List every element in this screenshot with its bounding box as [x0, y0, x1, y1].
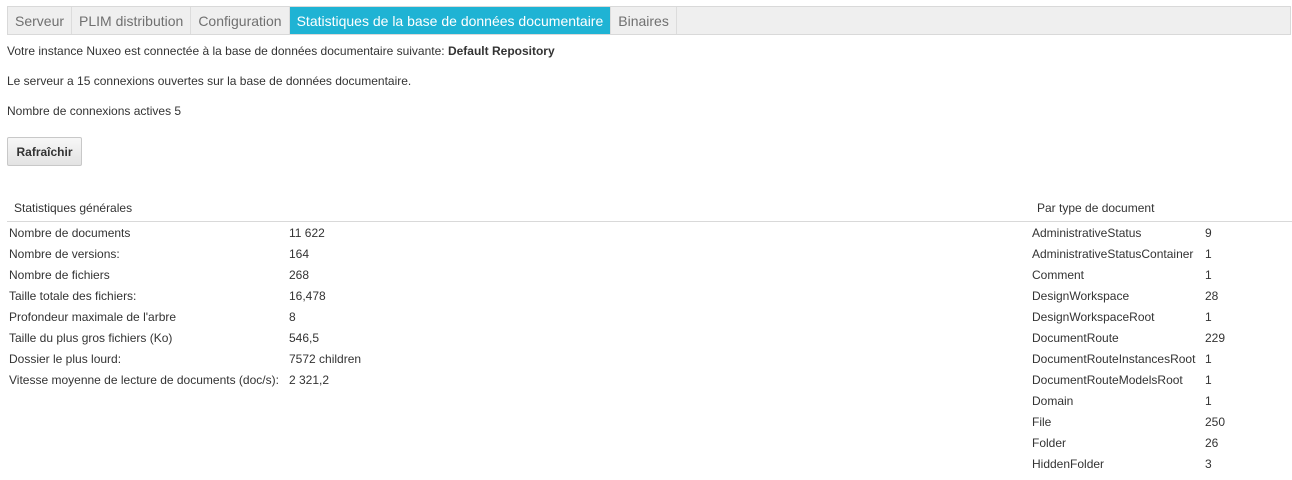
- row-label: DocumentRouteInstancesRoot: [1032, 352, 1196, 366]
- header-divider: [7, 221, 1292, 222]
- row-value: 7572 children: [289, 352, 362, 366]
- row-value: 28: [1205, 289, 1219, 303]
- tab-statistiques[interactable]: Statistiques de la base de données docum…: [289, 7, 612, 34]
- row-value: 164: [289, 247, 310, 261]
- row-label: Nombre de documents: [9, 226, 131, 240]
- tab-configuration[interactable]: Configuration: [191, 7, 290, 34]
- tab-bar: Serveur PLIM distribution Configuration …: [7, 6, 1291, 35]
- row-value: 229: [1205, 331, 1226, 345]
- row-value: 1: [1205, 352, 1212, 366]
- row-label: Nombre de fichiers: [9, 268, 110, 282]
- row-value: 1: [1205, 310, 1212, 324]
- row-value: 9: [1205, 226, 1212, 240]
- row-label: Comment: [1032, 268, 1085, 282]
- row-value: 1: [1205, 373, 1212, 387]
- row-value: 3: [1205, 457, 1212, 471]
- row-label: AdministrativeStatusContainer: [1032, 247, 1194, 261]
- tab-plim-distribution[interactable]: PLIM distribution: [72, 7, 192, 34]
- refresh-button[interactable]: Rafraîchir: [7, 137, 82, 166]
- general-stats-title: Statistiques générales: [14, 201, 133, 215]
- by-type-title: Par type de document: [1037, 201, 1155, 215]
- row-label: Nombre de versions:: [9, 247, 120, 261]
- row-value: 1: [1205, 247, 1212, 261]
- row-label: AdministrativeStatus: [1032, 226, 1142, 240]
- row-value: 1: [1205, 394, 1212, 408]
- row-label: Folder: [1032, 436, 1067, 450]
- row-value: 2 321,2: [289, 373, 330, 387]
- row-label: Vitesse moyenne de lecture de documents …: [9, 373, 279, 387]
- open-connections-text: Le serveur a 15 connexions ouvertes sur …: [7, 74, 412, 88]
- row-label: DocumentRoute: [1032, 331, 1119, 345]
- row-value: 268: [289, 268, 310, 282]
- repository-info: Votre instance Nuxeo est connectée à la …: [7, 44, 555, 58]
- row-value: 250: [1205, 415, 1226, 429]
- row-value: 11 622: [289, 226, 325, 240]
- row-label: DesignWorkspaceRoot: [1032, 310, 1155, 324]
- row-value: 16,478: [289, 289, 326, 303]
- row-value: 8: [289, 310, 296, 324]
- row-value: 26: [1205, 436, 1219, 450]
- active-connections-text: Nombre de connexions actives 5: [7, 104, 182, 118]
- row-label: Dossier le plus lourd:: [9, 352, 122, 366]
- row-label: DocumentRouteModelsRoot: [1032, 373, 1183, 387]
- row-label: Taille du plus gros fichiers (Ko): [9, 331, 173, 345]
- row-value: 546,5: [289, 331, 320, 345]
- row-label: Profondeur maximale de l'arbre: [9, 310, 177, 324]
- row-label: File: [1032, 415, 1052, 429]
- tab-serveur[interactable]: Serveur: [8, 7, 73, 34]
- row-label: DesignWorkspace: [1032, 289, 1130, 303]
- row-value: 1: [1205, 268, 1212, 282]
- tab-binaires[interactable]: Binaires: [611, 7, 677, 34]
- repository-name: Default Repository: [447, 44, 555, 58]
- row-label: Taille totale des fichiers:: [9, 289, 137, 303]
- repository-info-prefix: Votre instance Nuxeo est connectée à la …: [7, 44, 448, 58]
- row-label: HiddenFolder: [1032, 457, 1105, 471]
- row-label: Domain: [1032, 394, 1074, 408]
